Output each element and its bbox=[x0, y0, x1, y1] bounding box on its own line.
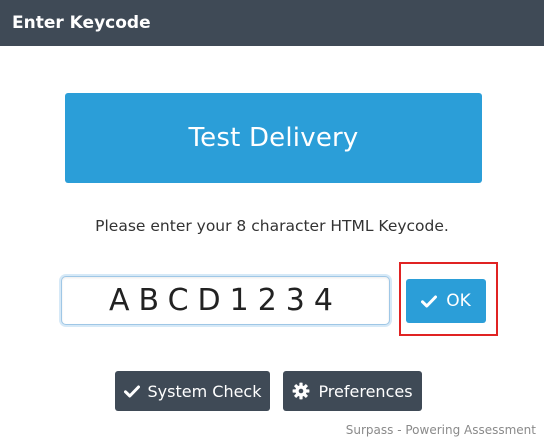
preferences-button[interactable]: Preferences bbox=[283, 371, 422, 411]
footer-brand-text: Surpass - Powering Assessment bbox=[345, 423, 536, 437]
checkmark-icon bbox=[123, 385, 140, 398]
keycode-instruction: Please enter your 8 character HTML Keyco… bbox=[95, 217, 449, 235]
ok-button[interactable]: OK bbox=[406, 279, 486, 323]
ok-button-label: OK bbox=[446, 291, 471, 311]
preferences-label: Preferences bbox=[318, 381, 413, 401]
checkmark-icon bbox=[421, 295, 438, 308]
dialog-title: Enter Keycode bbox=[0, 0, 544, 46]
gear-icon bbox=[292, 382, 310, 400]
system-check-button[interactable]: System Check bbox=[115, 371, 270, 411]
test-delivery-banner: Test Delivery bbox=[65, 93, 482, 183]
system-check-label: System Check bbox=[147, 381, 262, 401]
keycode-input[interactable] bbox=[61, 276, 390, 325]
